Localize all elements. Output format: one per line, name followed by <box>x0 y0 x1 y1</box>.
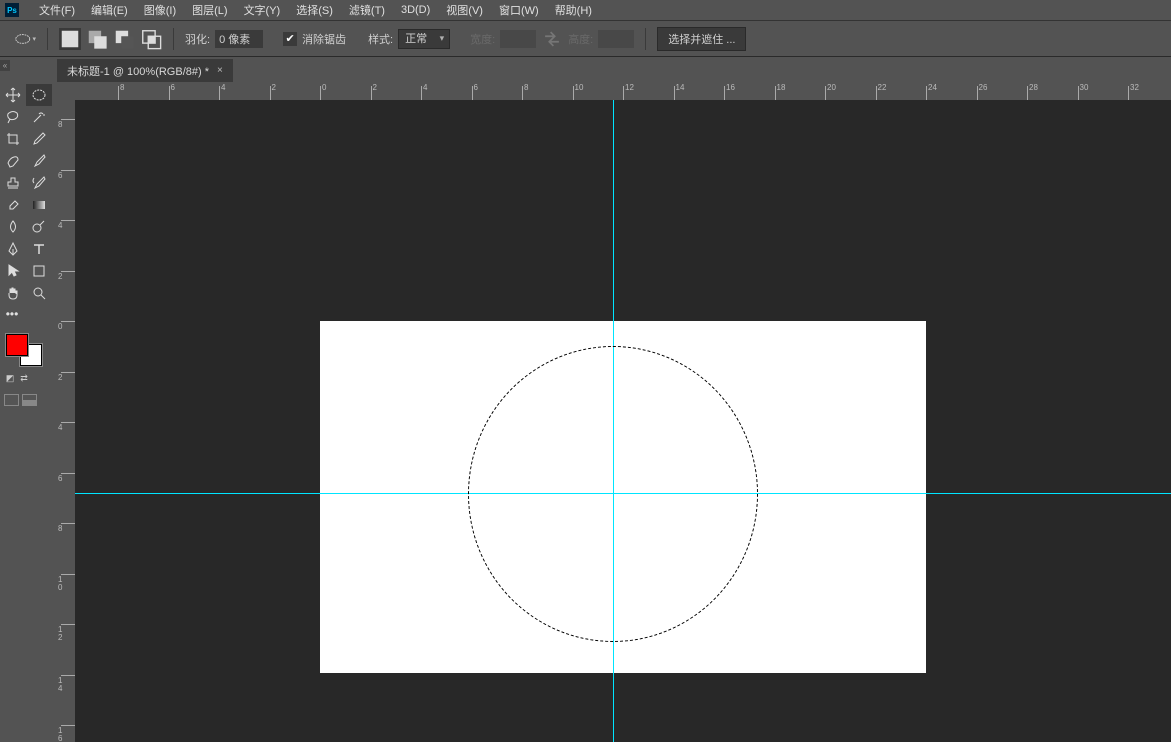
divider <box>47 28 48 50</box>
menu-help[interactable]: 帮助(H) <box>547 0 600 20</box>
path-select-tool-icon[interactable] <box>0 260 26 282</box>
quickmask-on-icon[interactable] <box>22 394 37 406</box>
toolbox: ••• ◩ ⇄ <box>0 82 57 406</box>
vertical-ruler[interactable]: 86420246810121416 <box>57 100 75 742</box>
foreground-color-swatch[interactable] <box>6 334 28 356</box>
menu-bar: Ps 文件(F) 编辑(E) 图像(I) 图层(L) 文字(Y) 选择(S) 滤… <box>0 0 1171 21</box>
new-selection-icon[interactable] <box>59 28 81 50</box>
menu-type[interactable]: 文字(Y) <box>236 0 289 20</box>
menu-edit[interactable]: 编辑(E) <box>83 0 136 20</box>
intersect-selection-icon[interactable] <box>140 28 162 50</box>
horizontal-ruler[interactable]: 864202468101214161820222426283032 <box>75 82 1171 100</box>
gradient-tool-icon[interactable] <box>26 194 52 216</box>
workspace: 864202468101214161820222426283032 864202… <box>57 82 1171 742</box>
stamp-tool-icon[interactable] <box>0 172 26 194</box>
style-label: 样式: <box>368 31 393 47</box>
healing-tool-icon[interactable] <box>0 150 26 172</box>
document-canvas[interactable] <box>320 321 926 673</box>
pen-tool-icon[interactable] <box>0 238 26 260</box>
eraser-tool-icon[interactable] <box>0 194 26 216</box>
swap-colors-icon[interactable]: ⇄ <box>18 372 30 384</box>
eyedropper-tool-icon[interactable] <box>26 128 52 150</box>
width-label: 宽度: <box>470 31 495 47</box>
subtract-selection-icon[interactable] <box>113 28 135 50</box>
antialias-label: 消除锯齿 <box>302 31 346 47</box>
menu-view[interactable]: 视图(V) <box>438 0 491 20</box>
zoom-tool-icon[interactable] <box>26 282 52 304</box>
select-and-mask-button[interactable]: 选择并遮住 ... <box>657 27 746 51</box>
swap-wh-icon <box>541 28 563 50</box>
menu-file[interactable]: 文件(F) <box>31 0 83 20</box>
menu-filter[interactable]: 滤镜(T) <box>341 0 393 20</box>
edit-toolbar-icon[interactable]: ••• <box>0 304 24 324</box>
dodge-tool-icon[interactable] <box>26 216 52 238</box>
height-label: 高度: <box>568 31 593 47</box>
menu-image[interactable]: 图像(I) <box>136 0 184 20</box>
lasso-tool-icon[interactable] <box>0 106 26 128</box>
feather-label: 羽化: <box>185 31 210 47</box>
horizontal-guide[interactable] <box>75 493 1171 494</box>
move-tool-icon[interactable] <box>0 84 26 106</box>
brush-tool-icon[interactable] <box>26 150 52 172</box>
type-tool-icon[interactable] <box>26 238 52 260</box>
menu-window[interactable]: 窗口(W) <box>491 0 547 20</box>
vertical-guide[interactable] <box>613 100 614 742</box>
menu-select[interactable]: 选择(S) <box>288 0 341 20</box>
add-selection-icon[interactable] <box>86 28 108 50</box>
height-input <box>598 30 634 48</box>
color-swatches <box>6 334 46 368</box>
menu-3d[interactable]: 3D(D) <box>393 2 438 18</box>
divider <box>645 28 646 50</box>
blur-tool-icon[interactable] <box>0 216 26 238</box>
history-brush-tool-icon[interactable] <box>26 172 52 194</box>
crop-tool-icon[interactable] <box>0 128 26 150</box>
close-tab-icon[interactable]: × <box>217 65 223 76</box>
marquee-tool-icon[interactable] <box>26 84 52 106</box>
current-tool-icon[interactable]: ▾ <box>14 30 36 48</box>
app-icon: Ps <box>5 3 19 17</box>
divider <box>173 28 174 50</box>
document-tab-bar: 未标题-1 @ 100%(RGB/8#) * × <box>57 59 233 82</box>
panel-toggle-icon[interactable]: « <box>0 60 10 71</box>
style-select[interactable]: 正常 <box>398 29 450 49</box>
width-input <box>500 30 536 48</box>
quickmask-off-icon[interactable] <box>4 394 19 406</box>
shape-tool-icon[interactable] <box>26 260 52 282</box>
feather-input[interactable] <box>215 30 263 48</box>
menu-layer[interactable]: 图层(L) <box>184 0 235 20</box>
default-colors-icon[interactable]: ◩ <box>4 372 16 384</box>
document-tab[interactable]: 未标题-1 @ 100%(RGB/8#) * × <box>57 59 233 83</box>
hand-tool-icon[interactable] <box>0 282 26 304</box>
options-bar: ▾ 羽化: ✔ 消除锯齿 样式: 正常 宽度: 高度: 选择并遮住 ... <box>0 21 1171 57</box>
ruler-origin[interactable] <box>57 82 75 100</box>
antialias-checkbox[interactable]: ✔ <box>283 32 297 46</box>
document-title: 未标题-1 @ 100%(RGB/8#) * <box>67 63 209 79</box>
magic-wand-tool-icon[interactable] <box>26 106 52 128</box>
